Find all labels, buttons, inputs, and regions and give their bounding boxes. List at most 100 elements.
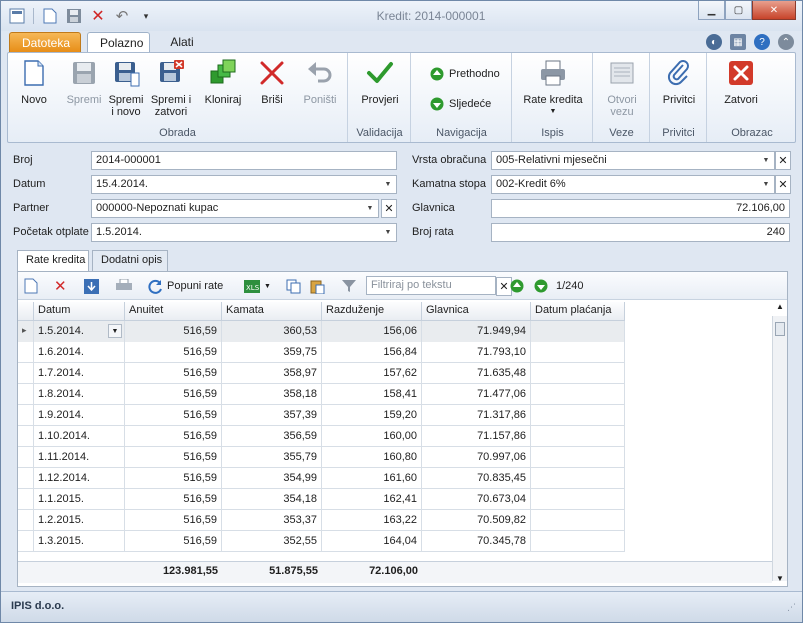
table-cell[interactable]: 358,97 (222, 363, 322, 384)
table-cell[interactable]: 159,20 (322, 405, 422, 426)
filter-input[interactable]: Filtriraj po tekstu (366, 276, 496, 295)
table-cell[interactable]: 157,62 (322, 363, 422, 384)
table-cell[interactable]: 516,59 (125, 342, 222, 363)
scroll-thumb[interactable] (775, 322, 785, 336)
kamatna-stopa-select[interactable]: 002-Kredit 6% ▼ (491, 175, 775, 194)
kloniraj-button[interactable]: Kloniraj (202, 59, 244, 106)
table-cell[interactable]: 70.673,04 (422, 489, 531, 510)
table-cell[interactable] (531, 384, 625, 405)
table-cell[interactable]: 158,41 (322, 384, 422, 405)
row-indicator[interactable] (18, 510, 34, 531)
table-cell[interactable]: 71.635,48 (422, 363, 531, 384)
table-cell[interactable]: 516,59 (125, 468, 222, 489)
help-icon[interactable]: ? (754, 34, 770, 50)
provjeri-button[interactable]: Provjeri (359, 59, 401, 106)
table-cell[interactable]: 156,06 (322, 321, 422, 342)
row-indicator[interactable] (18, 468, 34, 489)
table-cell[interactable]: 516,59 (125, 489, 222, 510)
table-cell[interactable]: 516,59 (125, 384, 222, 405)
table-cell[interactable]: 516,59 (125, 447, 222, 468)
table-cell[interactable]: 71.317,86 (422, 405, 531, 426)
table-cell[interactable]: 1.11.2014. (34, 447, 125, 468)
col-anuitet[interactable]: Anuitet (125, 302, 222, 321)
table-cell[interactable] (531, 363, 625, 384)
table-cell[interactable]: 354,99 (222, 468, 322, 489)
table-cell[interactable]: 516,59 (125, 531, 222, 552)
table-cell[interactable]: 356,59 (222, 426, 322, 447)
table-cell[interactable] (531, 321, 625, 342)
table-cell[interactable]: 354,18 (222, 489, 322, 510)
tab-datoteka[interactable]: Datoteka (9, 32, 81, 53)
datum-input[interactable]: 15.4.2014. ▼ (91, 175, 397, 194)
privitci-button[interactable]: Privitci (657, 59, 701, 106)
table-cell[interactable]: 1.12.2014. (34, 468, 125, 489)
table-cell[interactable]: 70.509,82 (422, 510, 531, 531)
table-cell[interactable] (531, 342, 625, 363)
table-cell[interactable]: 71.477,06 (422, 384, 531, 405)
broj-rata-input[interactable]: 240 (491, 223, 790, 242)
table-row[interactable]: 1.2.2015. 516,59 353,37 163,22 70.509,82 (18, 510, 625, 531)
table-row[interactable]: 1.11.2014. 516,59 355,79 160,80 70.997,06 (18, 447, 625, 468)
calendar-dropdown-icon[interactable]: ▼ (380, 224, 396, 241)
maximize-button[interactable]: ▢ (725, 1, 752, 20)
grid-scrollbar[interactable]: ▲ ▼ (772, 302, 787, 583)
export-xls-button[interactable]: XLS ▼ (244, 277, 271, 295)
table-cell[interactable]: 516,59 (125, 363, 222, 384)
new-doc-icon[interactable] (40, 6, 60, 26)
row-indicator[interactable]: ▸ (18, 321, 34, 342)
clear-kamatna-icon[interactable]: ✕ (775, 175, 791, 194)
table-cell[interactable]: 1.10.2014. (34, 426, 125, 447)
table-cell[interactable]: 352,55 (222, 531, 322, 552)
table-row[interactable]: 1.12.2014. 516,59 354,99 161,60 70.835,45 (18, 468, 625, 489)
chevron-down-icon[interactable]: ▼ (758, 152, 774, 169)
ponisti-button[interactable]: Poništi (300, 59, 340, 106)
copy-icon[interactable] (286, 277, 301, 295)
table-cell[interactable]: 1.1.2015. (34, 489, 125, 510)
tab-alati[interactable]: Alati (157, 32, 207, 53)
table-cell[interactable]: 164,04 (322, 531, 422, 552)
filter-funnel-icon[interactable] (342, 277, 356, 295)
row-indicator[interactable] (18, 447, 34, 468)
undo-icon[interactable]: ↶ (112, 6, 132, 26)
table-cell[interactable]: 1.7.2014. (34, 363, 125, 384)
table-cell[interactable]: 160,80 (322, 447, 422, 468)
table-row[interactable]: 1.7.2014. 516,59 358,97 157,62 71.635,48 (18, 363, 625, 384)
row-indicator[interactable] (18, 384, 34, 405)
table-cell[interactable]: 156,84 (322, 342, 422, 363)
minimize-button[interactable]: ▁ (698, 1, 725, 20)
novo-button[interactable]: Novo (16, 59, 52, 106)
table-cell[interactable]: 1.3.2015. (34, 531, 125, 552)
broj-input[interactable]: 2014-000001 (91, 151, 397, 170)
table-cell[interactable]: 70.345,78 (422, 531, 531, 552)
chevron-down-icon[interactable]: ▼ (758, 176, 774, 193)
brisi-button[interactable]: Briši (254, 59, 290, 106)
tab-polazno[interactable]: Polazno (87, 32, 150, 53)
table-cell[interactable]: 71.793,10 (422, 342, 531, 363)
table-cell[interactable]: 360,53 (222, 321, 322, 342)
spremi-i-zatvori-button[interactable]: Spremi i zatvori (150, 59, 192, 118)
sljedece-button[interactable]: Sljedeće (430, 97, 491, 111)
table-cell[interactable] (531, 426, 625, 447)
chevron-down-icon[interactable]: ▼ (362, 200, 378, 217)
table-cell[interactable]: 1.2.2015. (34, 510, 125, 531)
table-cell[interactable] (531, 447, 625, 468)
vrsta-obracuna-select[interactable]: 005-Relativni mjesečni ▼ (491, 151, 775, 170)
grid-delete-icon[interactable]: ✕ (54, 277, 67, 295)
col-kamata[interactable]: Kamata (222, 302, 322, 321)
table-cell[interactable]: 358,18 (222, 384, 322, 405)
row-indicator[interactable] (18, 531, 34, 552)
table-cell[interactable]: 1.9.2014. (34, 405, 125, 426)
table-cell[interactable]: 161,60 (322, 468, 422, 489)
row-indicator[interactable] (18, 363, 34, 384)
calculator-icon[interactable]: ▦ (730, 34, 746, 50)
table-row[interactable]: 1.8.2014. 516,59 358,18 158,41 71.477,06 (18, 384, 625, 405)
table-cell[interactable]: 1.8.2014. (34, 384, 125, 405)
table-cell[interactable]: 353,37 (222, 510, 322, 531)
table-cell[interactable]: 355,79 (222, 447, 322, 468)
table-cell[interactable]: 162,41 (322, 489, 422, 510)
row-indicator[interactable] (18, 342, 34, 363)
table-cell[interactable] (531, 489, 625, 510)
delete-icon[interactable]: ✕ (88, 6, 108, 26)
resize-grip-icon[interactable]: ⋰ (787, 602, 796, 613)
row-indicator[interactable] (18, 426, 34, 447)
